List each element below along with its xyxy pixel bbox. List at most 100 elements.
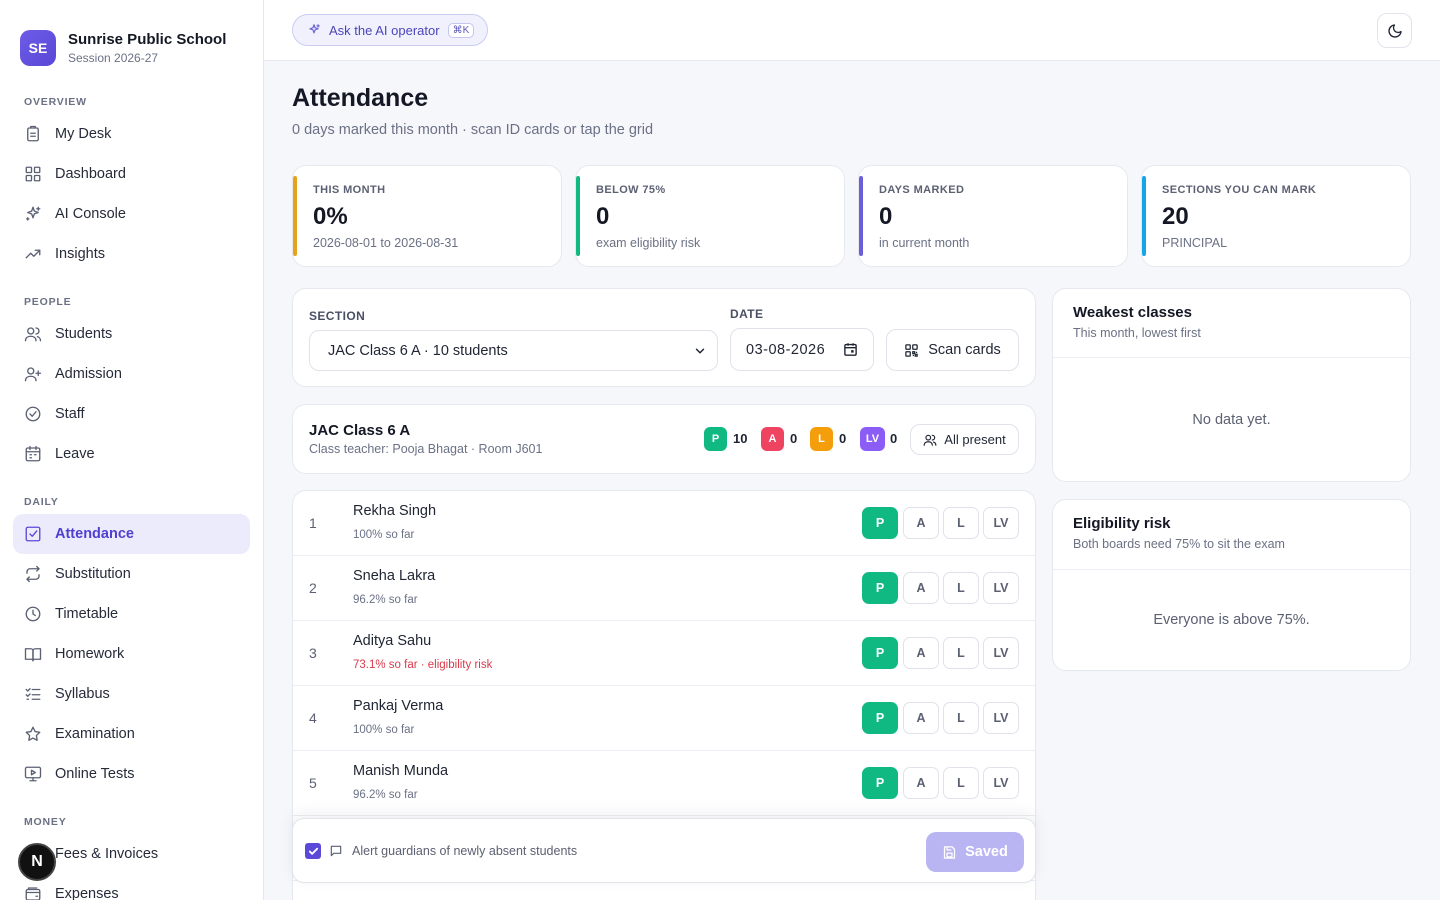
- sidebar-item-label: Online Tests: [55, 766, 135, 782]
- date-input[interactable]: 03-08-2026: [730, 328, 874, 371]
- weakest-classes-title: Weakest classes: [1073, 304, 1192, 321]
- mark-lv-button[interactable]: LV: [983, 507, 1019, 539]
- sidebar-item-timetable[interactable]: Timetable: [13, 594, 250, 634]
- sidebar-item-examination[interactable]: Examination: [13, 714, 250, 754]
- stat-note: in current month: [879, 236, 970, 250]
- clock-icon: [24, 605, 42, 623]
- section-label: SECTION: [309, 309, 366, 323]
- sidebar: SE Sunrise Public School Session 2026-27…: [0, 0, 264, 900]
- section-select-value: JAC Class 6 A · 10 students: [328, 342, 508, 359]
- calendar-icon[interactable]: [843, 342, 858, 361]
- brand[interactable]: SE Sunrise Public School Session 2026-27: [0, 0, 263, 76]
- all-present-button[interactable]: All present: [910, 424, 1019, 455]
- mark-lv-button[interactable]: LV: [983, 702, 1019, 734]
- stat-accent: [576, 176, 580, 256]
- mark-lv-button[interactable]: LV: [983, 572, 1019, 604]
- mark-p-button[interactable]: P: [862, 572, 898, 604]
- stat-card: DAYS MARKED 0 in current month: [858, 165, 1128, 267]
- mark-l-button[interactable]: L: [943, 572, 979, 604]
- stat-accent: [1142, 176, 1146, 256]
- sidebar-item-attendance[interactable]: Attendance: [13, 514, 250, 554]
- scan-cards-label: Scan cards: [928, 342, 1001, 358]
- sidebar-item-my-desk[interactable]: My Desk: [13, 114, 250, 154]
- sidebar-item-staff[interactable]: Staff: [13, 394, 250, 434]
- mark-lv-button[interactable]: LV: [983, 637, 1019, 669]
- mark-a-button[interactable]: A: [903, 637, 939, 669]
- status-pill-l: L: [810, 427, 833, 451]
- user-plus-icon: [24, 365, 42, 383]
- status-count-lv: 0: [890, 431, 898, 446]
- mark-a-button[interactable]: A: [903, 507, 939, 539]
- alert-guardians-checkbox[interactable]: [305, 843, 321, 859]
- mark-p-button[interactable]: P: [862, 702, 898, 734]
- clipboard-icon: [24, 125, 42, 143]
- message-icon: [329, 844, 343, 858]
- stat-label: BELOW 75%: [596, 184, 666, 196]
- date-label: DATE: [730, 307, 764, 321]
- student-row: 3 Aditya Sahu 73.1% so far · eligibility r…: [293, 621, 1035, 686]
- sidebar-item-expenses[interactable]: Expenses: [13, 874, 250, 900]
- sidebar-item-ai-console[interactable]: AI Console: [13, 194, 250, 234]
- status-count-p: 10: [733, 431, 748, 446]
- sidebar-item-admission[interactable]: Admission: [13, 354, 250, 394]
- mark-a-button[interactable]: A: [903, 767, 939, 799]
- page-title: Attendance: [292, 84, 429, 112]
- sidebar-item-online-tests[interactable]: Online Tests: [13, 754, 250, 794]
- monitor-play-icon: [24, 765, 42, 783]
- scan-cards-button[interactable]: Scan cards: [886, 329, 1019, 371]
- mark-l-button[interactable]: L: [943, 767, 979, 799]
- save-icon: [942, 845, 957, 860]
- mark-p-button[interactable]: P: [862, 637, 898, 669]
- mark-a-button[interactable]: A: [903, 572, 939, 604]
- class-info-card: JAC Class 6 A Class teacher: Pooja Bhaga…: [292, 404, 1036, 474]
- alert-guardians-label: Alert guardians of newly absent students: [352, 844, 578, 858]
- sidebar-item-label: Homework: [55, 646, 125, 662]
- sidebar-item-leave[interactable]: Leave: [13, 434, 250, 474]
- section-select[interactable]: JAC Class 6 A · 10 students: [309, 330, 718, 371]
- sidebar-item-label: Students: [55, 326, 113, 342]
- save-bar: Alert guardians of newly absent students…: [292, 818, 1036, 883]
- mark-a-button[interactable]: A: [903, 702, 939, 734]
- eligibility-risk-card: Eligibility risk Both boards need 75% to…: [1052, 499, 1411, 671]
- stat-label: DAYS MARKED: [879, 184, 965, 196]
- theme-toggle-button[interactable]: [1377, 13, 1412, 48]
- sidebar-item-syllabus[interactable]: Syllabus: [13, 674, 250, 714]
- trending-up-icon: [24, 245, 42, 263]
- mark-l-button[interactable]: L: [943, 637, 979, 669]
- weakest-classes-empty: No data yet.: [1192, 412, 1271, 428]
- star-icon: [24, 725, 42, 743]
- users-icon: [923, 433, 937, 447]
- ask-ai-button[interactable]: Ask the AI operator ⌘K: [292, 14, 489, 46]
- mark-lv-button[interactable]: LV: [983, 767, 1019, 799]
- sidebar-item-insights[interactable]: Insights: [13, 234, 250, 274]
- qr-code-icon: [904, 343, 919, 358]
- sidebar-item-label: Dashboard: [55, 166, 126, 182]
- sidebar-item-students[interactable]: Students: [13, 314, 250, 354]
- sidebar-item-homework[interactable]: Homework: [13, 634, 250, 674]
- mark-l-button[interactable]: L: [943, 507, 979, 539]
- sparkles-icon: [24, 205, 42, 223]
- sidebar-item-dashboard[interactable]: Dashboard: [13, 154, 250, 194]
- assistant-fab[interactable]: N: [18, 843, 56, 881]
- attendance-percent: 96.2% so far: [353, 594, 418, 606]
- save-button[interactable]: Saved: [926, 832, 1024, 872]
- nav-section-overview: OVERVIEW: [24, 96, 87, 108]
- class-title: JAC Class 6 A: [309, 422, 411, 439]
- status-pill-p: P: [704, 427, 727, 451]
- nav-section-daily: DAILY: [24, 496, 59, 508]
- stat-value: 0: [596, 203, 610, 230]
- mark-l-button[interactable]: L: [943, 702, 979, 734]
- mark-p-button[interactable]: P: [862, 507, 898, 539]
- nav-section-money: MONEY: [24, 816, 67, 828]
- session-label: Session 2026-27: [68, 51, 159, 65]
- stat-note: exam eligibility risk: [596, 236, 701, 250]
- mark-p-button[interactable]: P: [862, 767, 898, 799]
- weakest-classes-card: Weakest classes This month, lowest first…: [1052, 288, 1411, 482]
- status-pill-a: A: [761, 427, 784, 451]
- stat-value: 20: [1162, 203, 1189, 230]
- sidebar-item-label: Insights: [55, 246, 105, 262]
- sidebar-item-label: My Desk: [55, 126, 112, 142]
- stat-accent: [859, 176, 863, 256]
- sidebar-item-label: Expenses: [55, 886, 119, 900]
- sidebar-item-substitution[interactable]: Substitution: [13, 554, 250, 594]
